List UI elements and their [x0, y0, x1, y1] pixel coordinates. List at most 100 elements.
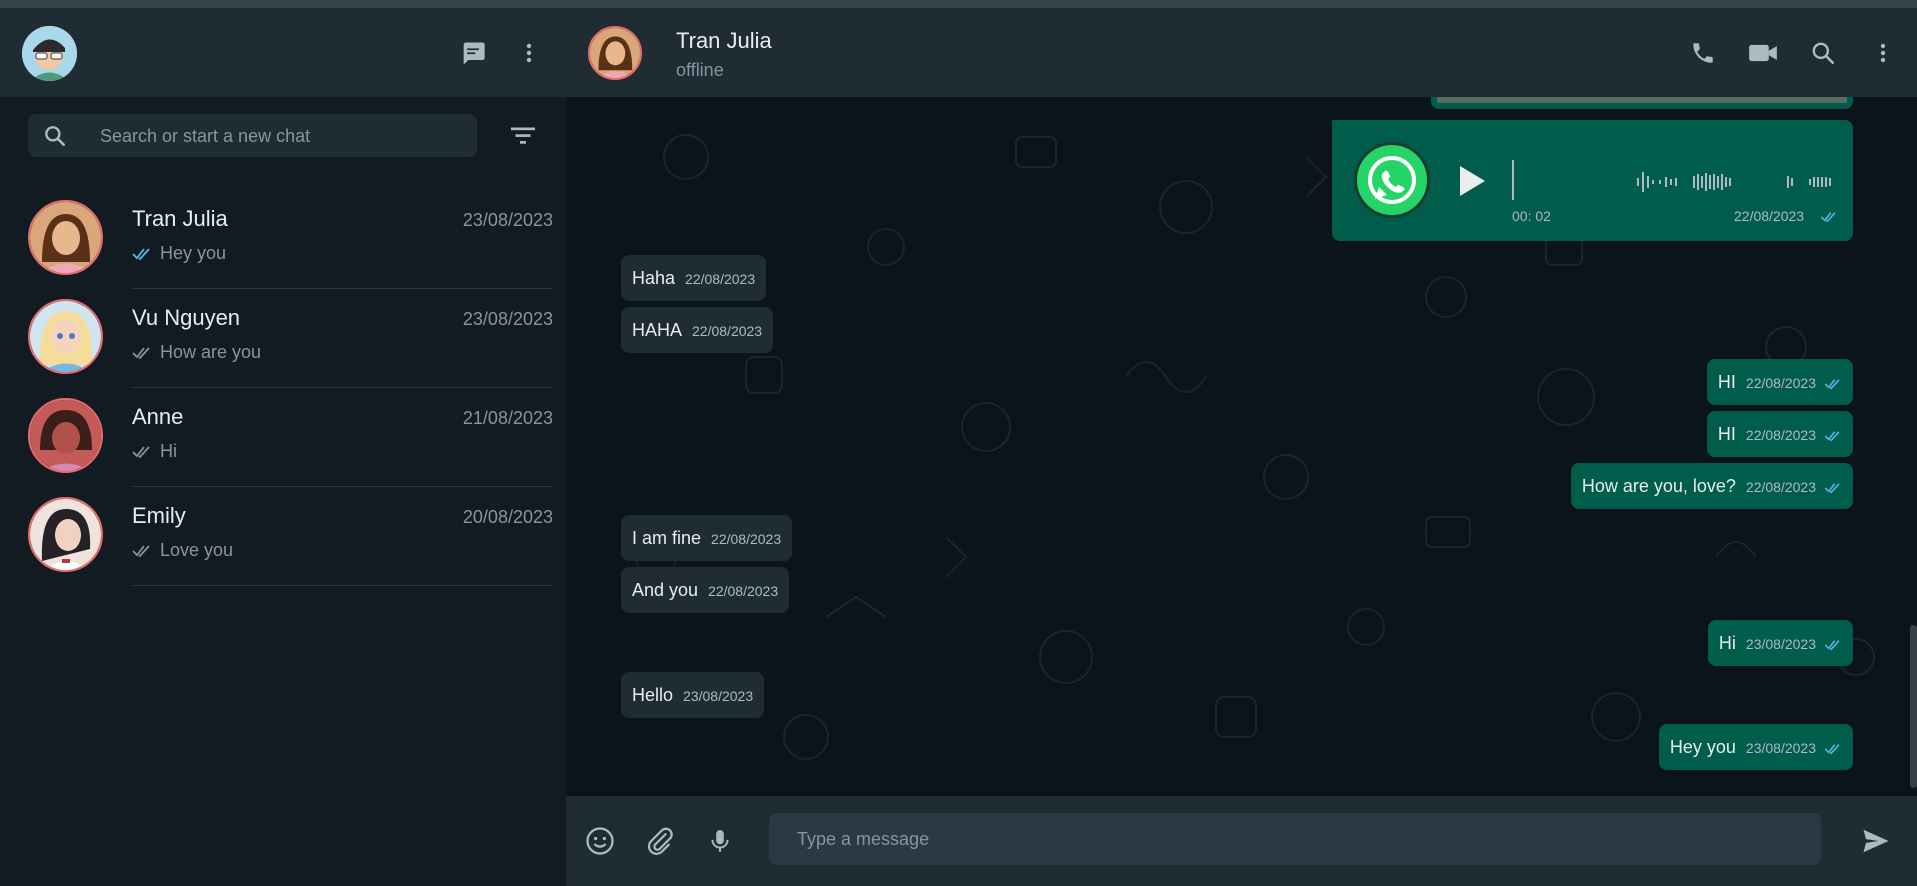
- chat-item-tran-julia[interactable]: Tran Julia 23/08/2023 Hey you: [0, 190, 566, 289]
- message-outgoing[interactable]: HI 22/08/2023: [1706, 411, 1853, 457]
- message-text: Hi: [1718, 632, 1736, 653]
- message-input[interactable]: [769, 813, 1821, 865]
- message-incoming[interactable]: Hello 23/08/2023: [621, 672, 765, 718]
- voice-time: 22/08/2023: [1734, 208, 1805, 224]
- double-check-icon: [1820, 212, 1836, 223]
- divider: [132, 585, 553, 586]
- chat-date: 21/08/2023: [462, 408, 553, 428]
- avatar: [28, 200, 103, 275]
- chat-panel: Tran Julia offline 00: 02 22/08/2023 Hah…: [566, 8, 1917, 886]
- my-avatar[interactable]: [22, 26, 77, 81]
- message-time: 22/08/2023: [685, 271, 756, 287]
- message-outgoing[interactable]: Hi 23/08/2023: [1707, 620, 1853, 666]
- send-icon[interactable]: [1858, 823, 1894, 859]
- avatar: [28, 299, 103, 374]
- contact-avatar[interactable]: [588, 26, 642, 80]
- double-check-icon: [132, 247, 150, 260]
- chat-name: Tran Julia: [132, 206, 228, 231]
- chat-preview: Love you: [132, 540, 233, 561]
- menu-icon[interactable]: [511, 35, 547, 71]
- message-time: 22/08/2023: [711, 531, 782, 547]
- message-text: HI: [1717, 423, 1736, 444]
- contact-name[interactable]: Tran Julia: [676, 28, 772, 54]
- voice-duration: 00: 02: [1512, 208, 1551, 224]
- chat-item-emily[interactable]: Emily 20/08/2023 Love you: [0, 487, 566, 586]
- avatar: [28, 497, 103, 572]
- double-check-icon: [132, 544, 150, 557]
- scrollbar[interactable]: [1910, 625, 1917, 788]
- message-text: And you: [632, 579, 699, 600]
- message-incoming[interactable]: Haha 22/08/2023: [621, 255, 767, 301]
- chat-item-anne[interactable]: Anne 21/08/2023 Hi: [0, 388, 566, 487]
- message-text: Hello: [632, 684, 674, 705]
- message-time: 23/08/2023: [683, 688, 754, 704]
- chat-preview-text: How are you: [160, 342, 262, 362]
- message-time: 22/08/2023: [708, 583, 779, 599]
- new-chat-icon[interactable]: [455, 35, 491, 71]
- voice-progress-cursor[interactable]: [1512, 160, 1514, 200]
- message-time: 23/08/2023: [1745, 740, 1816, 756]
- message-text: How are you, love?: [1581, 475, 1736, 496]
- chat-date: 23/08/2023: [462, 210, 553, 230]
- video-icon[interactable]: [1745, 35, 1781, 71]
- chat-header: Tran Julia offline: [566, 8, 1917, 97]
- filter-icon[interactable]: [505, 120, 541, 155]
- mic-icon[interactable]: [702, 823, 738, 859]
- message-time: 22/08/2023: [1745, 479, 1816, 495]
- chat-preview-text: Hi: [160, 441, 177, 461]
- double-check-icon: [132, 445, 150, 458]
- message-incoming[interactable]: I am fine 22/08/2023: [621, 515, 793, 561]
- message-area[interactable]: 00: 02 22/08/2023 Haha 22/08/2023 HAHA 2…: [566, 97, 1917, 796]
- sidebar: Tran Julia 23/08/2023 Hey you Vu Nguyen …: [0, 8, 567, 886]
- double-check-icon: [1824, 483, 1840, 494]
- message-time: 23/08/2023: [1745, 636, 1816, 652]
- message-text: I am fine: [632, 527, 702, 548]
- message-text: HAHA: [632, 319, 683, 340]
- chat-list: Tran Julia 23/08/2023 Hey you Vu Nguyen …: [0, 190, 566, 586]
- voice-waveform: [1637, 172, 1831, 192]
- chat-name: Vu Nguyen: [132, 305, 241, 330]
- emoji-icon[interactable]: [582, 823, 618, 859]
- chat-date: 23/08/2023: [462, 309, 553, 329]
- double-check-icon: [1824, 640, 1840, 651]
- play-icon[interactable]: [1457, 164, 1487, 203]
- message-outgoing[interactable]: How are you, love? 22/08/2023: [1570, 463, 1853, 509]
- message-time: 22/08/2023: [692, 323, 763, 339]
- double-check-icon: [1824, 431, 1840, 442]
- composer-bar: [566, 796, 1917, 886]
- chat-item-vu-nguyen[interactable]: Vu Nguyen 23/08/2023 How are you: [0, 289, 566, 388]
- image-message-bottom[interactable]: [1431, 97, 1853, 109]
- search-icon[interactable]: [1805, 35, 1841, 71]
- message-time: 22/08/2023: [1745, 427, 1816, 443]
- chat-preview: Hi: [132, 441, 177, 462]
- contact-status: offline: [676, 60, 724, 80]
- message-time: 22/08/2023: [1745, 375, 1816, 391]
- voice-message[interactable]: 00: 02 22/08/2023: [1332, 120, 1853, 241]
- message-incoming[interactable]: And you 22/08/2023: [621, 567, 790, 613]
- whatsapp-icon: [1354, 142, 1430, 218]
- chat-preview: How are you: [132, 342, 261, 363]
- double-check-icon: [1824, 744, 1840, 755]
- double-check-icon: [132, 346, 150, 359]
- chat-preview-text: Love you: [160, 540, 234, 560]
- message-incoming[interactable]: HAHA 22/08/2023: [621, 307, 774, 353]
- message-outgoing[interactable]: HI 22/08/2023: [1706, 359, 1853, 405]
- chat-date: 20/08/2023: [462, 507, 553, 527]
- phone-icon[interactable]: [1685, 35, 1721, 71]
- chat-menu-icon[interactable]: [1865, 35, 1901, 71]
- message-text: Haha: [632, 267, 676, 288]
- chat-name: Emily: [132, 503, 186, 528]
- message-text: Hey you: [1669, 736, 1736, 757]
- attach-icon[interactable]: [642, 823, 678, 859]
- search-box: [28, 114, 477, 159]
- window-top-edge: [0, 0, 1917, 8]
- message-outgoing[interactable]: Hey you 23/08/2023: [1658, 724, 1853, 770]
- search-input[interactable]: [98, 114, 462, 159]
- chat-preview-text: Hey you: [160, 243, 227, 263]
- chat-name: Anne: [132, 404, 184, 429]
- double-check-icon: [1824, 379, 1840, 390]
- avatar: [28, 398, 103, 473]
- message-text: HI: [1717, 371, 1736, 392]
- chat-preview: Hey you: [132, 243, 226, 264]
- sidebar-header: [0, 8, 566, 97]
